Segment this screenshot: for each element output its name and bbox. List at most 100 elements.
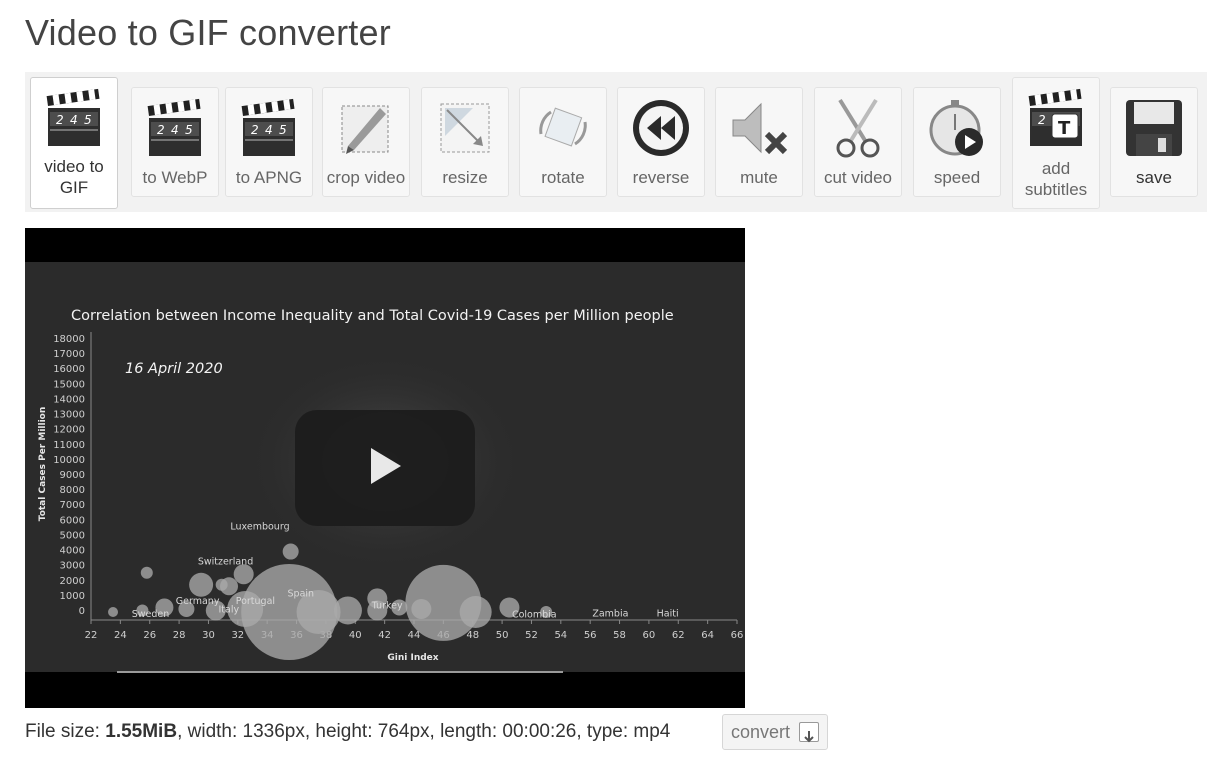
video-player[interactable]: Correlation between Income Inequality an… [25,228,745,708]
x-tick-label: 32 [231,630,244,641]
x-tick-label: 56 [584,630,597,641]
point-label: Haiti [657,608,679,619]
y-tick-label: 2000 [60,576,85,587]
y-tick-label: 17000 [53,349,85,360]
y-axis-label: Total Cases Per Million [38,407,48,522]
tool-label: rotate [541,168,585,187]
y-tick-label: 16000 [53,364,85,375]
y-tick-label: 9000 [60,470,85,481]
x-tick-label: 40 [349,630,362,641]
x-tick-label: 24 [114,630,127,641]
clapperboard-text-icon: 2 T [1024,86,1088,150]
y-tick-label: 18000 [53,334,85,345]
x-tick-label: 30 [202,630,215,641]
convert-button[interactable]: convert [722,714,828,750]
rewind-icon [629,96,693,160]
data-point [333,596,362,625]
point-label: Sweden [132,609,170,620]
x-tick-label: 54 [554,630,567,641]
x-tick-label: 64 [701,630,714,641]
svg-text:2: 2 [1038,113,1046,127]
point-label: Zambia [592,608,628,619]
x-tick-label: 44 [408,630,421,641]
tool-label: resize [442,168,488,187]
tool-to-webp[interactable]: 2 4 5 to WebP [131,87,219,197]
tool-crop-video[interactable]: crop video [322,87,410,197]
file-info: File size: 1.55MiB, width: 1336px, heigh… [25,720,670,744]
y-tick-label: 4000 [60,546,85,557]
stopwatch-play-icon [925,96,989,160]
tool-to-apng[interactable]: 2 4 5 to APNG [225,87,313,197]
svg-text:5: 5 [279,123,287,137]
x-tick-label: 60 [643,630,656,641]
point-label: Turkey [371,600,403,611]
chart-title: Correlation between Income Inequality an… [71,308,674,324]
clapperboard-icon: 2 4 5 [237,96,301,160]
x-tick-label: 28 [173,630,186,641]
y-tick-label: 8000 [60,485,85,496]
point-label: Italy [218,604,239,615]
tool-mute[interactable]: mute [715,87,803,197]
speaker-mute-icon [727,96,791,160]
y-tick-label: 13000 [53,410,85,421]
x-tick-label: 66 [731,630,744,641]
video-seek-bar[interactable] [117,671,563,673]
data-point [108,607,119,617]
tool-label: to APNG [235,168,303,187]
tool-speed[interactable]: speed [913,87,1001,197]
y-tick-label: 5000 [60,530,85,541]
y-tick-label: 14000 [53,394,85,405]
x-tick-label: 26 [143,630,156,641]
x-tick-label: 52 [525,630,538,641]
scissors-icon [826,96,890,160]
tool-label: video to GIF [44,157,104,197]
svg-text:T: T [1058,118,1071,139]
data-point [459,596,492,628]
tool-video-to-gif[interactable]: 2 4 5 video to GIF [30,77,118,209]
chart-date: 16 April 2020 [125,361,223,377]
svg-text:2: 2 [251,123,259,137]
y-tick-label: 12000 [53,425,85,436]
tool-resize[interactable]: resize [421,87,509,197]
download-icon [799,722,819,743]
svg-text:4: 4 [265,123,273,137]
x-tick-label: 22 [85,630,98,641]
tool-save[interactable]: save [1110,87,1198,197]
y-tick-label: 6000 [60,515,85,526]
y-tick-label: 3000 [60,561,85,572]
y-tick-label: 11000 [53,440,85,451]
data-point [189,572,214,597]
x-tick-label: 62 [672,630,685,641]
y-tick-label: 0 [79,606,85,617]
svg-text:4: 4 [70,113,78,127]
file-info-prefix: File size: [25,721,106,742]
point-label: Switzerland [198,557,253,568]
point-label: Portugal [236,596,275,607]
clapperboard-icon: 2 4 5 [143,96,207,160]
clapperboard-icon: 2 4 5 [42,86,106,150]
page-title: Video to GIF converter [25,12,391,53]
tool-label: speed [933,168,981,187]
file-info-details: , width: 1336px, height: 764px, length: … [177,721,671,742]
x-tick-label: 50 [496,630,509,641]
tool-cut-video[interactable]: cut video [814,87,902,197]
tool-rotate[interactable]: rotate [519,87,607,197]
rotate-icon [531,96,595,160]
tool-label: crop video [326,168,406,187]
data-point [215,578,228,591]
x-tick-label: 42 [378,630,391,641]
floppy-disk-icon [1122,96,1186,160]
tool-reverse[interactable]: reverse [617,87,705,197]
tool-label: mute [740,168,778,187]
y-tick-label: 7000 [60,500,85,511]
svg-text:4: 4 [171,123,179,137]
video-frame[interactable]: Correlation between Income Inequality an… [25,262,745,672]
tool-label: to WebP [142,168,208,187]
y-tick-label: 1000 [60,591,85,602]
y-tick-label: 15000 [53,379,85,390]
tool-add-subtitles[interactable]: 2 Tadd subtitles [1012,77,1100,209]
data-point [140,566,153,579]
chart-svg: Correlation between Income Inequality an… [38,308,744,663]
x-axis-label: Gini Index [387,653,438,663]
y-tick-label: 10000 [53,455,85,466]
